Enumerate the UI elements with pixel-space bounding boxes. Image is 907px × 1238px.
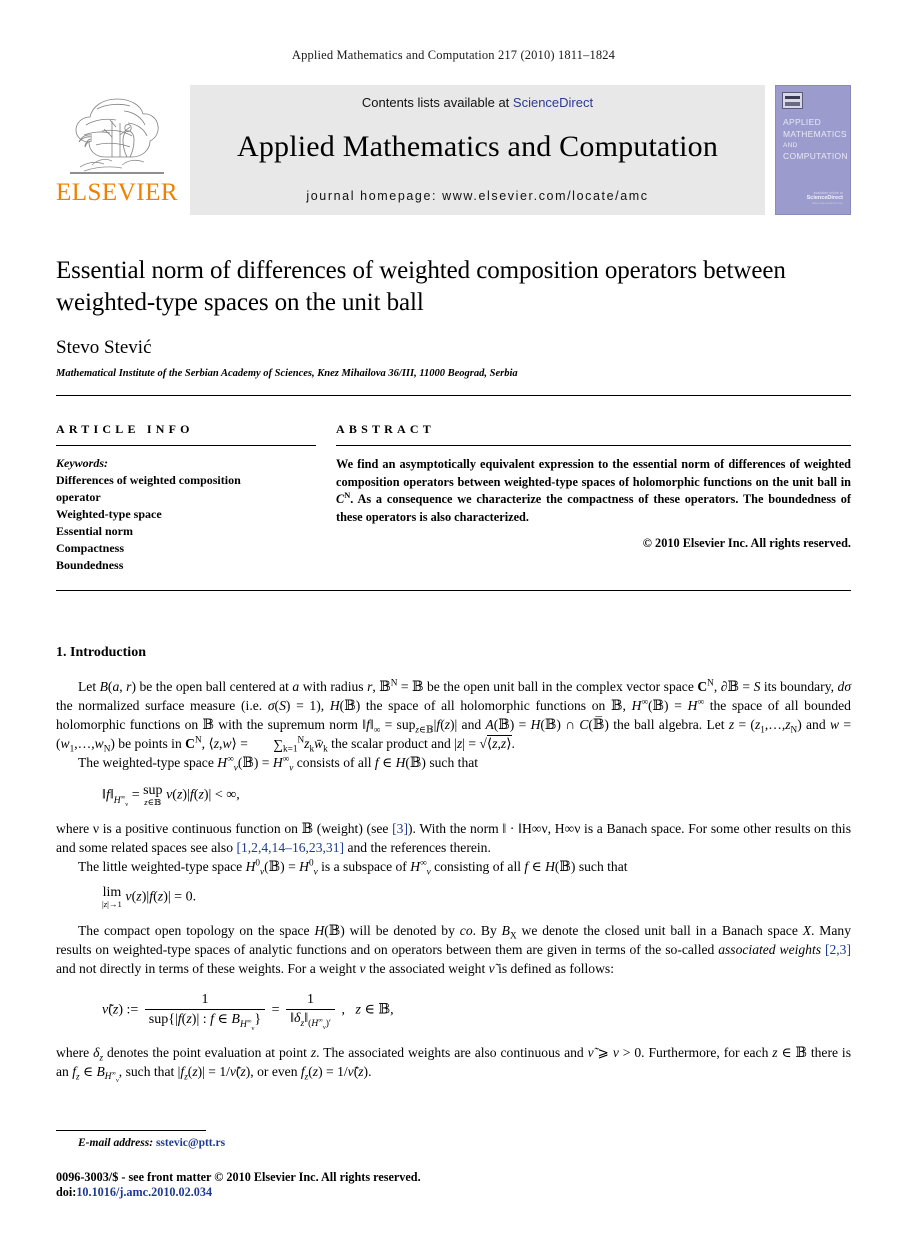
equation-limit: lim |z|→1 ν(z)|f(z)| = 0. [102, 885, 197, 910]
paragraph-point-evaluation: where δz denotes the point evaluation at… [56, 1044, 852, 1085]
doi-line: doi:10.1016/j.amc.2010.02.034 [56, 1185, 851, 1200]
doi-label: doi: [56, 1185, 77, 1199]
section-heading-introduction: 1. Introduction [56, 645, 146, 661]
keyword-item: Essential norm [56, 524, 134, 539]
journal-cover-thumbnail: APPLIED MATHEMATICS AND COMPUTATION avai… [775, 85, 851, 215]
cover-sd-url: www.sciencedirect.com [811, 201, 843, 205]
journal-banner: Contents lists available at ScienceDirec… [190, 85, 765, 215]
cover-line-1: APPLIED [783, 117, 822, 127]
article-page: Applied Mathematics and Computation 217 … [0, 0, 907, 1238]
abstract-body: We find an asymptotically equivalent exp… [336, 456, 851, 527]
page-footer: E-mail address: sstevic@ptt.rs 0096-3003… [56, 1130, 851, 1200]
footnote-divider [56, 1130, 206, 1131]
divider-article-info [56, 445, 316, 446]
paragraph-little-space: The little weighted-type space H0ν(𝔹) = … [78, 857, 628, 877]
contents-prefix: Contents lists available at [361, 95, 513, 110]
citation-link[interactable]: [3] [392, 821, 408, 836]
p3-text-a: where ν is a positive continuous functio… [56, 821, 393, 837]
elsevier-wordmark: ELSEVIER [55, 179, 179, 206]
introduction-section: 1. Introduction Let B(a, r) be the open … [56, 645, 852, 1085]
fraction-second: 1 ‖δz‖(H∞ν)′ [286, 992, 336, 1031]
citation-link[interactable]: [2,3] [825, 942, 851, 957]
doi-link[interactable]: 10.1016/j.amc.2010.02.034 [76, 1185, 212, 1199]
abstract-heading: ABSTRACT [336, 422, 435, 436]
cover-line-2: MATHEMATICS [783, 129, 847, 140]
journal-masthead: ELSEVIER Contents lists available at Sci… [56, 85, 851, 215]
divider-abstract [336, 445, 851, 446]
cover-line-4: COMPUTATION [783, 151, 848, 162]
abstract-cn-symbol: C [336, 492, 345, 507]
keyword-item: Differences of weighted composition [56, 473, 241, 487]
elsevier-logo: ELSEVIER [56, 85, 178, 215]
cover-line-3: AND [783, 141, 798, 149]
running-head: Applied Mathematics and Computation 217 … [291, 48, 616, 62]
contents-available-line: Contents lists available at ScienceDirec… [362, 95, 593, 110]
citation-link[interactable]: [1,2,4,14–16,23,31] [236, 840, 344, 855]
email-footnote: E-mail address: sstevic@ptt.rs [56, 1137, 851, 1149]
keywords-label: Keywords: [56, 456, 108, 470]
keyword-item: operator [56, 490, 101, 505]
email-label: E-mail address: [78, 1137, 154, 1149]
sciencedirect-link[interactable]: ScienceDirect [513, 95, 593, 110]
abstract-text-part2: . As a consequence we characterize the c… [336, 492, 851, 525]
issn-copyright-line: 0096-3003/$ - see front matter © 2010 El… [56, 1170, 421, 1184]
fraction-first: 1 sup{|f(z)| : f ∈ BH∞ν} [144, 992, 266, 1031]
abstract-copyright: © 2010 Elsevier Inc. All rights reserved… [642, 535, 851, 550]
p3-text-c: and the references therein. [344, 840, 491, 856]
journal-title: Applied Mathematics and Computation [236, 130, 719, 163]
keyword-item: Boundedness [56, 558, 124, 573]
journal-homepage-line[interactable]: journal homepage: www.elsevier.com/locat… [306, 189, 648, 203]
author-name: Stevo Stević [56, 337, 152, 358]
equation-associated-weight: ν̃(z) := 1 sup{|f(z)| : f ∈ BH∞ν} = 1 ‖δ… [102, 991, 394, 1032]
paragraph-definitions: Let B(a, r) be the open ball centered at… [56, 677, 852, 754]
abstract-text-part1: We find an asymptotically equivalent exp… [336, 457, 851, 489]
divider-below-title [56, 395, 851, 396]
elsevier-tree-icon [70, 98, 164, 174]
article-info-heading: ARTICLE INFO [56, 422, 194, 436]
email-link[interactable]: sstevic@ptt.rs [156, 1137, 225, 1149]
author-affiliation: Mathematical Institute of the Serbian Ac… [56, 368, 518, 379]
page-title: Essential norm of differences of weighte… [56, 257, 786, 316]
abstract-column: ABSTRACT We find an asymptotically equiv… [336, 422, 851, 574]
article-info-column: ARTICLE INFO Keywords: Differences of we… [56, 422, 336, 574]
keywords-list: Differences of weighted composition oper… [56, 472, 316, 574]
paragraph-weight-definition: where ν is a positive continuous functio… [56, 819, 851, 857]
cover-emblem-icon [782, 92, 803, 109]
info-abstract-region: ARTICLE INFO Keywords: Differences of we… [56, 422, 851, 574]
divider-below-abstract [56, 590, 851, 592]
keyword-item: Weighted-type space [56, 507, 162, 522]
paragraph-associated-weights: The compact open topology on the space H… [56, 922, 852, 976]
cover-title-text: APPLIED MATHEMATICS AND COMPUTATION [783, 116, 848, 162]
cover-sciencedirect-badge: available online at ScienceDirect www.sc… [807, 191, 843, 205]
title-block: Essential norm of differences of weighte… [56, 255, 851, 379]
keyword-item: Compactness [56, 541, 124, 556]
paragraph-weighted-space: The weighted-type space H∞ν(𝔹) = H∞ν con… [78, 753, 479, 774]
equation-sup-norm: ‖f‖H∞ν = sup z∈𝔹 ν(z)|f(z)| < ∞, [102, 783, 240, 808]
